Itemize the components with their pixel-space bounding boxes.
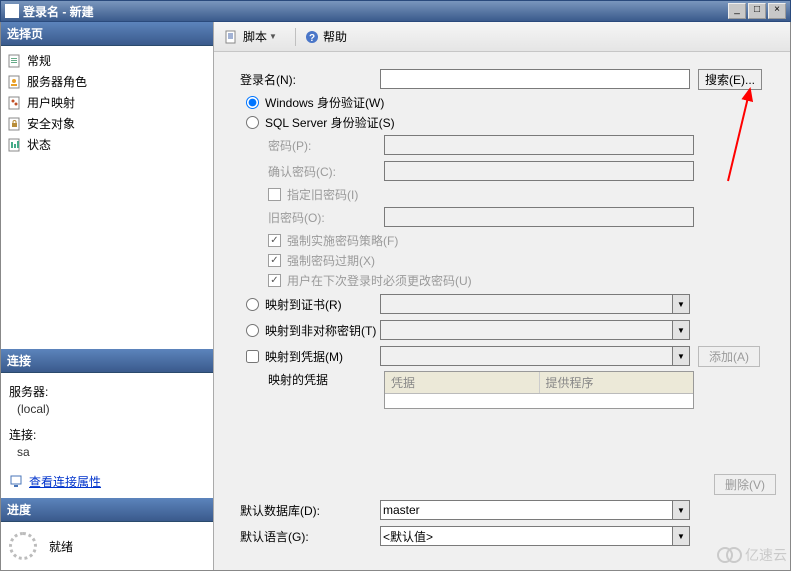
default-db-combo[interactable] xyxy=(380,500,672,520)
default-lang-combo[interactable] xyxy=(380,526,672,546)
auth-windows-radio[interactable] xyxy=(246,96,259,109)
help-button[interactable]: ? 帮助 xyxy=(300,26,351,47)
map-cert-radio[interactable] xyxy=(246,298,259,311)
must-change-row: 用户在下次登录时必须更改密码(U) xyxy=(240,272,780,289)
svg-text:?: ? xyxy=(309,33,315,44)
auth-windows-radio-row[interactable]: Windows 身份验证(W) xyxy=(240,94,780,111)
script-icon xyxy=(224,29,240,45)
connection-header: 连接 xyxy=(1,349,213,373)
map-asym-label: 映射到非对称密钥(T) xyxy=(265,322,376,339)
dropdown-button[interactable]: ▼ xyxy=(672,500,690,520)
sidebar-item-label: 安全对象 xyxy=(27,115,75,132)
default-lang-label: 默认语言(G): xyxy=(240,528,380,545)
watermark: 亿速云 xyxy=(715,545,787,565)
dropdown-button[interactable]: ▼ xyxy=(672,346,690,366)
server-label: 服务器: xyxy=(9,379,205,402)
sidebar-item-server-roles[interactable]: 服务器角色 xyxy=(3,71,211,92)
enforce-expiry-label: 强制密码过期(X) xyxy=(287,252,375,269)
auth-sql-radio-row[interactable]: SQL Server 身份验证(S) xyxy=(240,114,780,131)
page-icon xyxy=(7,137,23,153)
sidebar-item-general[interactable]: 常规 xyxy=(3,50,211,71)
left-panel: 选择页 常规 服务器角色 用户映射 安全对象 状态 xyxy=(1,22,214,570)
form-area: 登录名(N): 搜索(E)... Windows 身份验证(W) SQL Ser… xyxy=(214,52,790,570)
script-button[interactable]: 脚本 ▼ xyxy=(220,26,281,47)
close-button[interactable]: × xyxy=(768,3,786,19)
right-panel: 脚本 ▼ ? 帮助 登录名(N): 搜索(E)... Windows 身份验证(… xyxy=(214,22,790,570)
password-label: 密码(P): xyxy=(240,137,384,154)
auth-sql-label: SQL Server 身份验证(S) xyxy=(265,114,395,131)
map-cred-checkbox[interactable] xyxy=(246,350,259,363)
dropdown-button[interactable]: ▼ xyxy=(672,526,690,546)
page-icon xyxy=(7,116,23,132)
map-cred-combo xyxy=(380,346,672,366)
auth-sql-radio[interactable] xyxy=(246,116,259,129)
specify-old-checkbox xyxy=(268,188,281,201)
old-password-label: 旧密码(O): xyxy=(240,209,384,226)
search-button[interactable]: 搜索(E)... xyxy=(698,69,762,90)
old-password-input xyxy=(384,207,694,227)
remove-button: 删除(V) xyxy=(714,474,776,495)
title-bar: 登录名 - 新建 _ □ × xyxy=(0,0,791,22)
map-cert-combo xyxy=(380,294,672,314)
mapped-creds-label: 映射的凭据 xyxy=(240,371,384,388)
grid-col-provider: 提供程序 xyxy=(540,372,694,393)
dropdown-button[interactable]: ▼ xyxy=(672,294,690,314)
map-asym-radio[interactable] xyxy=(246,324,259,337)
sidebar-item-label: 常规 xyxy=(27,52,51,69)
map-cert-label: 映射到证书(R) xyxy=(265,296,342,313)
connection-label: 连接: xyxy=(9,422,205,445)
connection-section: 服务器: (local) 连接: sa 查看连接属性 xyxy=(1,373,213,499)
sidebar-item-label: 服务器角色 xyxy=(27,73,87,90)
must-change-checkbox xyxy=(268,274,281,287)
credentials-grid[interactable]: 凭据 提供程序 xyxy=(384,371,694,409)
login-name-input[interactable] xyxy=(380,69,690,89)
enforce-expiry-row: 强制密码过期(X) xyxy=(240,252,780,269)
enforce-expiry-checkbox xyxy=(268,254,281,267)
sidebar-item-user-mapping[interactable]: 用户映射 xyxy=(3,92,211,113)
toolbar-separator xyxy=(295,28,296,46)
view-connection-properties-link[interactable]: 查看连接属性 xyxy=(9,473,101,490)
connection-icon xyxy=(9,473,25,489)
map-cred-label: 映射到凭据(M) xyxy=(265,348,343,365)
enforce-policy-label: 强制实施密码策略(F) xyxy=(287,232,398,249)
page-icon xyxy=(7,53,23,69)
sidebar-item-status[interactable]: 状态 xyxy=(3,134,211,155)
password-input xyxy=(384,135,694,155)
server-value: (local) xyxy=(9,402,205,422)
select-page-header: 选择页 xyxy=(1,22,213,46)
login-name-label: 登录名(N): xyxy=(240,71,380,88)
window-title: 登录名 - 新建 xyxy=(23,3,726,20)
specify-old-label: 指定旧密码(I) xyxy=(287,186,358,203)
progress-section: 就绪 xyxy=(1,522,213,570)
add-button: 添加(A) xyxy=(698,346,760,367)
sidebar-item-securables[interactable]: 安全对象 xyxy=(3,113,211,134)
dropdown-button[interactable]: ▼ xyxy=(672,320,690,340)
sidebar-item-label: 状态 xyxy=(27,136,51,153)
grid-col-credential: 凭据 xyxy=(385,372,540,393)
sidebar-item-label: 用户映射 xyxy=(27,94,75,111)
confirm-password-label: 确认密码(C): xyxy=(240,163,384,180)
map-asym-combo xyxy=(380,320,672,340)
must-change-label: 用户在下次登录时必须更改密码(U) xyxy=(287,272,472,289)
maximize-button[interactable]: □ xyxy=(748,3,766,19)
connection-value: sa xyxy=(9,445,205,465)
minimize-button[interactable]: _ xyxy=(728,3,746,19)
auth-windows-label: Windows 身份验证(W) xyxy=(265,94,384,111)
spinner-icon xyxy=(9,532,37,560)
toolbar: 脚本 ▼ ? 帮助 xyxy=(214,22,790,52)
progress-status: 就绪 xyxy=(49,538,73,555)
confirm-password-input xyxy=(384,161,694,181)
progress-header: 进度 xyxy=(1,498,213,522)
grid-header: 凭据 提供程序 xyxy=(385,372,693,394)
specify-old-password-row: 指定旧密码(I) xyxy=(240,186,780,203)
help-icon: ? xyxy=(304,29,320,45)
dropdown-icon: ▼ xyxy=(269,32,277,41)
default-db-label: 默认数据库(D): xyxy=(240,502,380,519)
app-icon xyxy=(5,4,19,18)
enforce-policy-checkbox xyxy=(268,234,281,247)
page-icon xyxy=(7,95,23,111)
page-icon xyxy=(7,74,23,90)
page-tree: 常规 服务器角色 用户映射 安全对象 状态 xyxy=(1,46,213,159)
enforce-policy-row: 强制实施密码策略(F) xyxy=(240,232,780,249)
